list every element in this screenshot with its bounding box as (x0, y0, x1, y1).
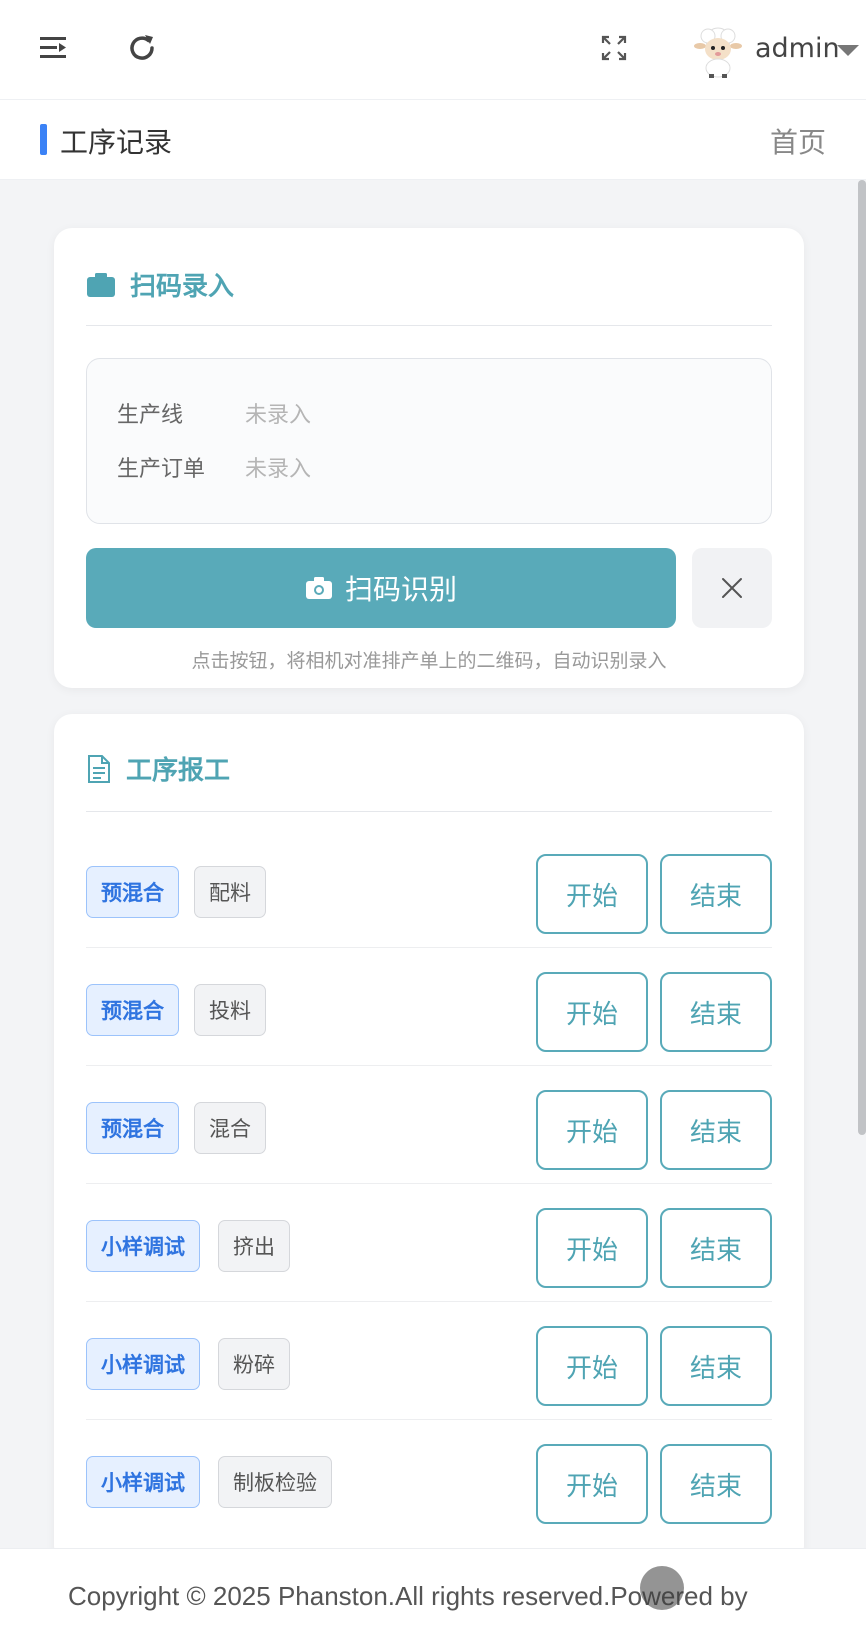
scan-hint: 点击按钮，将相机对准排产单上的二维码，自动识别录入 (191, 650, 667, 672)
stage-tag: 预混合 (86, 984, 179, 1036)
info-value: 未录入 (245, 457, 312, 482)
start-button[interactable]: 开始 (536, 1208, 648, 1288)
breadcrumb-home-link[interactable]: 首页 (770, 121, 826, 161)
scan-button[interactable]: 扫码识别 (86, 548, 676, 628)
footer: Copyright © 2025 Phanston.All rights res… (0, 1548, 866, 1640)
end-button[interactable]: 结束 (660, 1208, 772, 1288)
stage-tag: 预混合 (86, 1102, 179, 1154)
process-card-header: 工序报工 (86, 750, 230, 787)
avatar[interactable] (690, 22, 746, 78)
info-value: 未录入 (245, 403, 312, 428)
camera-icon (87, 272, 115, 297)
end-button[interactable]: 结束 (660, 1090, 772, 1170)
document-icon (88, 754, 110, 783)
step-tag: 配料 (194, 866, 266, 918)
step-tag: 粉碎 (218, 1338, 290, 1390)
start-button[interactable]: 开始 (536, 972, 648, 1052)
top-navbar: admin (0, 0, 866, 100)
process-report-card: 工序报工 预混合 配料 开始 结束 预混合 投料 开始 结束 预混合 混合 开始… (54, 714, 804, 1564)
process-row: 预混合 投料 开始 结束 (86, 948, 772, 1066)
step-tag: 混合 (194, 1102, 266, 1154)
page-title-bar: 工序记录 首页 (0, 100, 866, 180)
start-button[interactable]: 开始 (536, 854, 648, 934)
refresh-icon[interactable] (122, 28, 162, 68)
info-row-production-line: 生产线 未录入 (117, 397, 311, 429)
end-button[interactable]: 结束 (660, 1444, 772, 1524)
clear-button[interactable] (692, 548, 772, 628)
scan-card-title: 扫码录入 (130, 272, 235, 302)
stage-tag: 小样调试 (86, 1220, 200, 1272)
caret-down-icon[interactable] (837, 45, 859, 56)
scrollbar[interactable] (858, 180, 866, 1135)
start-button[interactable]: 开始 (536, 1090, 648, 1170)
start-button[interactable]: 开始 (536, 1326, 648, 1406)
step-tag: 挤出 (218, 1220, 290, 1272)
step-tag: 制板检验 (218, 1456, 332, 1508)
step-tag: 投料 (194, 984, 266, 1036)
stage-tag: 小样调试 (86, 1456, 200, 1508)
divider (86, 811, 772, 812)
page-title: 工序记录 (60, 126, 173, 159)
process-card-title: 工序报工 (126, 756, 231, 786)
camera-icon (305, 577, 332, 599)
info-label: 生产订单 (117, 457, 206, 482)
info-row-production-order: 生产订单 未录入 (117, 451, 311, 483)
stage-tag: 预混合 (86, 866, 179, 918)
process-row: 小样调试 粉碎 开始 结束 (86, 1302, 772, 1420)
fullscreen-icon[interactable] (594, 28, 634, 68)
touch-indicator (640, 1566, 684, 1610)
info-label: 生产线 (117, 403, 184, 428)
scan-card-header: 扫码录入 (86, 266, 234, 303)
stage-tag: 小样调试 (86, 1338, 200, 1390)
scan-input-card: 扫码录入 生产线 未录入 生产订单 未录入 扫码识别 点击按钮，将相机对准排产单… (54, 228, 804, 688)
scan-button-label: 扫码识别 (344, 573, 457, 606)
close-icon (722, 578, 742, 598)
menu-fold-icon[interactable] (34, 28, 74, 68)
process-row: 小样调试 制板检验 开始 结束 (86, 1420, 772, 1538)
username[interactable]: admin (755, 33, 840, 64)
process-row: 预混合 混合 开始 结束 (86, 1066, 772, 1184)
process-row: 小样调试 挤出 开始 结束 (86, 1184, 772, 1302)
end-button[interactable]: 结束 (660, 1326, 772, 1406)
end-button[interactable]: 结束 (660, 972, 772, 1052)
end-button[interactable]: 结束 (660, 854, 772, 934)
scan-info-box: 生产线 未录入 生产订单 未录入 (86, 358, 772, 524)
divider (86, 325, 772, 326)
start-button[interactable]: 开始 (536, 1444, 648, 1524)
title-accent-bar (40, 124, 47, 155)
process-row: 预混合 配料 开始 结束 (86, 830, 772, 948)
